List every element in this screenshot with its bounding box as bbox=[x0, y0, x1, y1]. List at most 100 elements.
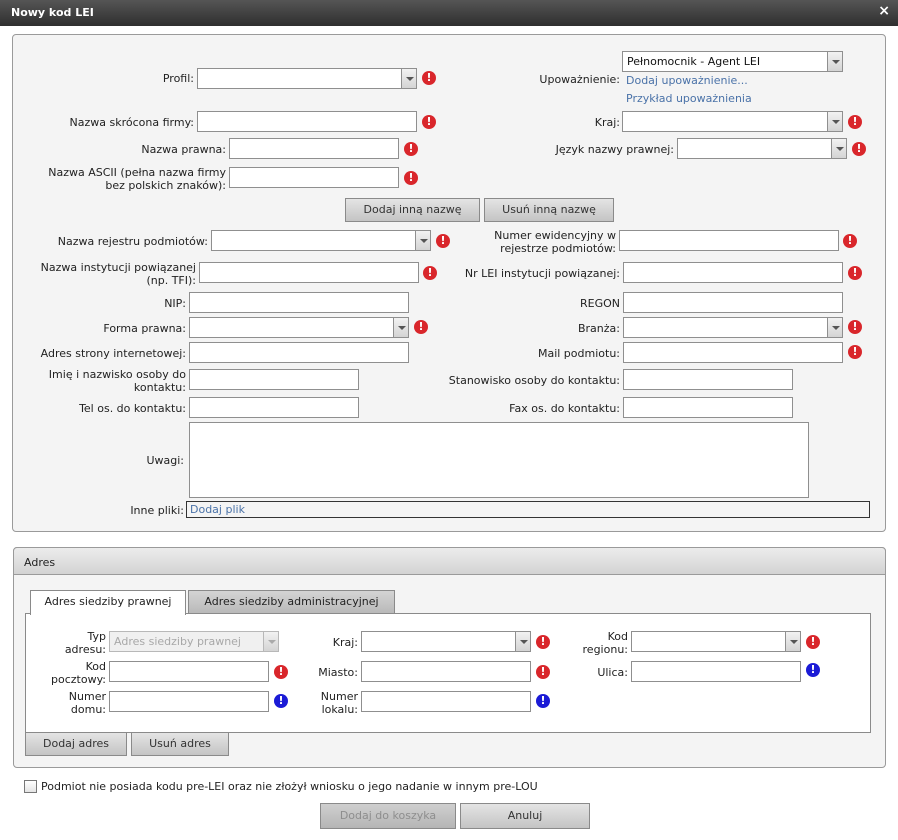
uwagi-textarea[interactable] bbox=[189, 422, 809, 498]
chevron-down-icon bbox=[827, 318, 842, 337]
required-warning-icon: ! bbox=[848, 345, 862, 359]
mail-input[interactable] bbox=[623, 342, 843, 363]
stanowisko-input[interactable] bbox=[623, 369, 793, 390]
jezyk-label: Język nazwy prawnej: bbox=[555, 143, 674, 156]
dodaj-nazwe-button[interactable]: Dodaj inną nazwę bbox=[345, 198, 480, 222]
required-warning-icon: ! bbox=[422, 71, 436, 85]
nazwa-rejestru-select[interactable] bbox=[211, 230, 431, 251]
miasto-input[interactable] bbox=[361, 661, 531, 682]
info-icon: ! bbox=[806, 663, 820, 677]
window-titlebar: Nowy kod LEI × bbox=[0, 0, 898, 26]
required-warning-icon: ! bbox=[848, 266, 862, 280]
nazwa-ascii-label-line2: bez polskich znaków): bbox=[105, 179, 226, 192]
branza-select[interactable] bbox=[623, 317, 843, 338]
tel-input[interactable] bbox=[189, 397, 359, 418]
numer-ewidencyjny-label-line1: Numer ewidencyjny w bbox=[494, 229, 616, 242]
pre-lei-checkbox[interactable] bbox=[24, 780, 37, 793]
typ-adresu-select: Adres siedziby prawnej bbox=[109, 631, 279, 652]
chevron-down-icon bbox=[827, 112, 842, 131]
inne-pliki-label: Inne pliki: bbox=[130, 504, 184, 517]
chevron-down-icon bbox=[401, 69, 416, 88]
osoba-input[interactable] bbox=[189, 369, 359, 390]
jezyk-select[interactable] bbox=[677, 138, 847, 159]
adres-header-title: Adres bbox=[24, 556, 56, 569]
numer-lokalu-label-line2: lokalu: bbox=[321, 703, 358, 716]
anuluj-button[interactable]: Anuluj bbox=[460, 803, 590, 829]
chevron-down-icon bbox=[415, 231, 430, 250]
numer-domu-label-line2: domu: bbox=[70, 703, 106, 716]
kraj-select[interactable] bbox=[622, 111, 843, 132]
www-input[interactable] bbox=[189, 342, 409, 363]
chevron-down-icon bbox=[831, 139, 846, 158]
required-warning-icon: ! bbox=[414, 320, 428, 334]
upowaznienie-label: Upoważnienie: bbox=[539, 73, 620, 86]
inne-pliki-dropzone[interactable]: Dodaj plik bbox=[186, 501, 870, 518]
nip-input[interactable] bbox=[189, 292, 409, 313]
dodaj-adres-button[interactable]: Dodaj adres bbox=[25, 732, 127, 756]
required-warning-icon: ! bbox=[806, 635, 820, 649]
nazwa-ascii-input[interactable] bbox=[229, 167, 399, 188]
pre-lei-checkbox-label: Podmiot nie posiada kodu pre-LEI oraz ni… bbox=[41, 780, 538, 793]
kod-regionu-label-line2: regionu: bbox=[582, 643, 628, 656]
required-warning-icon: ! bbox=[848, 320, 862, 334]
required-warning-icon: ! bbox=[852, 142, 866, 156]
numer-ewidencyjny-label-line2: rejestrze podmiotów: bbox=[500, 242, 616, 255]
instytucja-label-line1: Nazwa instytucji powiązanej bbox=[40, 261, 196, 274]
required-warning-icon: ! bbox=[274, 665, 288, 679]
chevron-down-icon bbox=[827, 52, 842, 71]
forma-prawna-select[interactable] bbox=[189, 317, 409, 338]
dodaj-plik-link[interactable]: Dodaj plik bbox=[190, 503, 245, 516]
nazwa-skrocona-input[interactable] bbox=[197, 111, 417, 132]
numer-lokalu-input[interactable] bbox=[361, 691, 531, 712]
tab-adres-siedziby-prawnej[interactable]: Adres siedziby prawnej bbox=[30, 590, 186, 615]
dodaj-upowaznienie-link[interactable]: Dodaj upoważnienie... bbox=[626, 74, 748, 87]
chevron-down-icon bbox=[393, 318, 408, 337]
chevron-down-icon bbox=[785, 632, 800, 651]
typ-adresu-label-line2: adresu: bbox=[64, 643, 106, 656]
kod-pocztowy-label-line1: Kod bbox=[85, 660, 106, 673]
required-warning-icon: ! bbox=[843, 234, 857, 248]
tab-adres-siedziby-administracyjnej[interactable]: Adres siedziby administracyjnej bbox=[188, 590, 395, 614]
numer-ewidencyjny-input[interactable] bbox=[619, 230, 839, 251]
instytucja-input[interactable] bbox=[199, 262, 419, 283]
przyklad-upowaznienia-link[interactable]: Przykład upoważnienia bbox=[626, 92, 752, 105]
info-icon: ! bbox=[274, 694, 288, 708]
adres-panel-header: Adres bbox=[13, 547, 886, 575]
kod-pocztowy-label-line2: pocztowy: bbox=[51, 673, 106, 686]
stanowisko-label: Stanowisko osoby do kontaktu: bbox=[448, 374, 620, 387]
ulica-label: Ulica: bbox=[597, 666, 628, 679]
fax-label: Fax os. do kontaktu: bbox=[509, 402, 620, 415]
usun-nazwe-button[interactable]: Usuń inną nazwę bbox=[484, 198, 614, 222]
regon-label: REGON bbox=[579, 297, 620, 310]
dodaj-do-koszyka-button[interactable]: Dodaj do koszyka bbox=[320, 803, 456, 829]
upowaznienie-value: Pełnomocnik - Agent LEI bbox=[627, 55, 761, 68]
ulica-input[interactable] bbox=[631, 661, 801, 682]
kod-regionu-select[interactable] bbox=[631, 631, 801, 652]
chevron-down-icon bbox=[263, 632, 278, 651]
upowaznienie-select[interactable]: Pełnomocnik - Agent LEI bbox=[622, 51, 843, 72]
profil-select[interactable] bbox=[197, 68, 417, 89]
adres-kraj-label: Kraj: bbox=[332, 636, 358, 649]
numer-domu-input[interactable] bbox=[109, 691, 269, 712]
nazwa-prawna-label: Nazwa prawna: bbox=[141, 143, 226, 156]
fax-input[interactable] bbox=[623, 397, 793, 418]
required-warning-icon: ! bbox=[404, 142, 418, 156]
kod-pocztowy-input[interactable] bbox=[109, 661, 269, 682]
numer-domu-label-line1: Numer bbox=[68, 690, 106, 703]
kod-regionu-label-line1: Kod bbox=[607, 630, 628, 643]
nazwa-prawna-input[interactable] bbox=[229, 138, 399, 159]
typ-adresu-value: Adres siedziby prawnej bbox=[114, 635, 241, 648]
nr-lei-input[interactable] bbox=[623, 262, 843, 283]
kraj-label: Kraj: bbox=[594, 116, 620, 129]
required-warning-icon: ! bbox=[423, 266, 437, 280]
branza-label: Branża: bbox=[577, 322, 620, 335]
required-warning-icon: ! bbox=[436, 234, 450, 248]
adres-kraj-select[interactable] bbox=[361, 631, 531, 652]
instytucja-label-line2: (np. TFI): bbox=[146, 274, 196, 287]
nip-label: NIP: bbox=[164, 297, 186, 310]
mail-label: Mail podmiotu: bbox=[537, 347, 620, 360]
regon-input[interactable] bbox=[623, 292, 843, 313]
close-icon[interactable]: × bbox=[878, 3, 890, 19]
info-icon: ! bbox=[536, 694, 550, 708]
usun-adres-button[interactable]: Usuń adres bbox=[131, 732, 229, 756]
